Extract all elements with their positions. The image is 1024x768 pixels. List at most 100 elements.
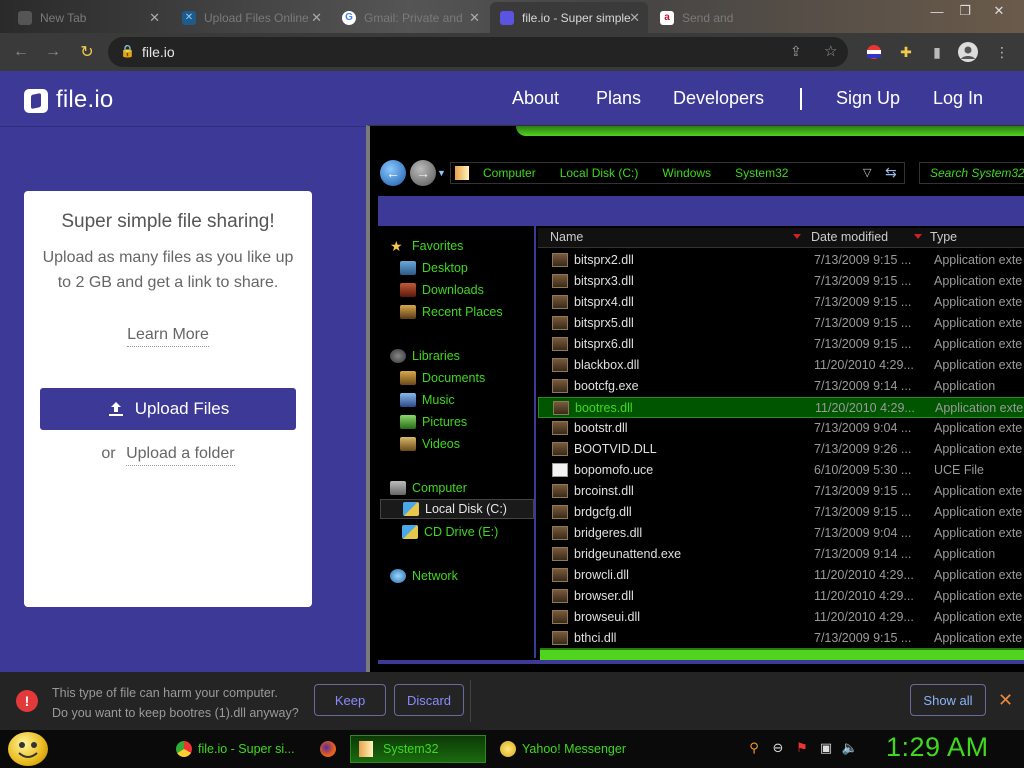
nav-sign-up[interactable]: Sign Up bbox=[836, 88, 900, 109]
tab-close-icon[interactable]: ✕ bbox=[629, 10, 640, 26]
nav-videos[interactable]: Videos bbox=[400, 434, 460, 454]
minimize-icon[interactable]: — bbox=[925, 0, 949, 22]
crumb-local-disk[interactable]: Local Disk (C:) bbox=[546, 166, 649, 180]
table-row[interactable]: bitsprx3.dll 7/13/2009 9:15 ... Applicatio… bbox=[538, 271, 1024, 292]
display-tray-icon[interactable]: ▣ bbox=[818, 740, 834, 756]
nav-log-in[interactable]: Log In bbox=[933, 88, 983, 109]
file-type: Application exte bbox=[934, 274, 1023, 288]
table-row[interactable]: bootcfg.exe 7/13/2009 9:14 ... Application bbox=[538, 376, 1024, 397]
upload-files-button[interactable]: Upload Files bbox=[40, 388, 296, 430]
table-row[interactable]: browseui.dll 11/20/2010 4:29... Applicatio… bbox=[538, 607, 1024, 628]
nav-pictures[interactable]: Pictures bbox=[400, 412, 467, 432]
breadcrumb[interactable]: Computer Local Disk (C:) Windows System3… bbox=[450, 162, 905, 184]
file-type: Application exte bbox=[934, 484, 1023, 498]
nav-favorites[interactable]: ★ Favorites bbox=[390, 236, 463, 256]
explorer-back-icon[interactable]: ← bbox=[380, 160, 406, 186]
nav-cd-drive[interactable]: CD Drive (E:) bbox=[402, 522, 498, 542]
refresh-icon[interactable]: ⇆ bbox=[885, 164, 897, 181]
table-row[interactable]: bitsprx6.dll 7/13/2009 9:15 ... Applicatio… bbox=[538, 334, 1024, 355]
taskbar-clock[interactable]: 1:29 AM bbox=[886, 732, 989, 763]
nav-music[interactable]: Music bbox=[400, 390, 455, 410]
table-row[interactable]: bopomofo.uce 6/10/2009 5:30 ... UCE File bbox=[538, 460, 1024, 481]
taskbar-system32[interactable]: System32 bbox=[350, 735, 486, 763]
close-window-icon[interactable]: ✕ bbox=[985, 0, 1013, 22]
action-center-flag-icon[interactable]: ⚑ bbox=[794, 740, 810, 756]
bookmark-star-icon[interactable]: ☆ bbox=[824, 42, 837, 60]
search-tray-icon[interactable]: ⚲ bbox=[746, 740, 762, 756]
extensions-icon[interactable]: ✚ bbox=[896, 42, 916, 62]
nav-downloads[interactable]: Downloads bbox=[400, 280, 484, 300]
table-row[interactable]: bitsprx4.dll 7/13/2009 9:15 ... Applicatio… bbox=[538, 292, 1024, 313]
address-dropdown-icon[interactable]: ▽ bbox=[863, 166, 871, 179]
file-io-logo-icon[interactable] bbox=[24, 89, 48, 113]
table-row[interactable]: bitsprx2.dll 7/13/2009 9:15 ... Applicatio… bbox=[538, 250, 1024, 271]
address-bar[interactable]: 🔒 file.io ⇪ ☆ bbox=[108, 37, 848, 67]
discard-button[interactable]: Discard bbox=[394, 684, 464, 716]
account-avatar-icon[interactable] bbox=[958, 42, 978, 62]
tab-close-icon[interactable]: ✕ bbox=[311, 10, 322, 26]
learn-more-link[interactable]: Learn More bbox=[127, 326, 209, 347]
crumb-system32[interactable]: System32 bbox=[721, 166, 798, 180]
side-panel-icon[interactable]: ▮ bbox=[927, 42, 947, 62]
volume-icon[interactable]: 🔈 bbox=[842, 740, 858, 756]
tab-file-io[interactable]: file.io - Super simple ✕ bbox=[490, 2, 648, 33]
nav-plans[interactable]: Plans bbox=[596, 88, 641, 109]
horizontal-scrollbar[interactable] bbox=[540, 648, 1024, 660]
nav-documents[interactable]: Documents bbox=[400, 368, 485, 388]
taskbar-yahoo-messenger[interactable]: Yahoo! Messenger bbox=[492, 735, 632, 763]
share-icon[interactable]: ⇪ bbox=[790, 43, 802, 60]
table-row[interactable]: bthci.dll 7/13/2009 9:15 ... Application e… bbox=[538, 628, 1024, 649]
download-warning-bar: ! This type of file can harm your comput… bbox=[0, 672, 1024, 730]
table-row[interactable]: BOOTVID.DLL 7/13/2009 9:26 ... Application… bbox=[538, 439, 1024, 460]
tab-close-icon[interactable]: ✕ bbox=[469, 10, 480, 26]
column-type[interactable]: Type bbox=[930, 230, 957, 244]
nav-desktop[interactable]: Desktop bbox=[400, 258, 468, 278]
crumb-computer[interactable]: Computer bbox=[469, 166, 546, 180]
tab-gmail[interactable]: G Gmail: Private and ✕ bbox=[332, 2, 488, 33]
file-name: bopomofo.uce bbox=[574, 463, 654, 477]
keep-button[interactable]: Keep bbox=[314, 684, 386, 716]
maximize-icon[interactable]: ❐ bbox=[953, 0, 977, 22]
profile-flag-icon[interactable] bbox=[864, 42, 884, 62]
column-name[interactable]: Name bbox=[550, 230, 583, 244]
taskbar-firefox[interactable] bbox=[312, 735, 346, 763]
tab-close-icon[interactable]: ✕ bbox=[149, 10, 160, 26]
show-all-button[interactable]: Show all bbox=[910, 684, 986, 716]
tab-send[interactable]: a Send and bbox=[650, 2, 790, 33]
nav-developers[interactable]: Developers bbox=[673, 88, 764, 109]
taskbar-chrome[interactable]: file.io - Super si... bbox=[168, 735, 304, 763]
start-orb-smiley-icon[interactable] bbox=[8, 732, 48, 766]
explorer-forward-icon[interactable]: → bbox=[410, 160, 436, 186]
menu-kebab-icon[interactable]: ⋮ bbox=[992, 42, 1012, 62]
close-download-bar-icon[interactable]: ✕ bbox=[998, 690, 1013, 711]
table-row[interactable]: bootstr.dll 7/13/2009 9:04 ... Application… bbox=[538, 418, 1024, 439]
site-logo-text[interactable]: file.io bbox=[56, 86, 113, 114]
tab-new-tab[interactable]: New Tab ✕ bbox=[8, 2, 168, 33]
table-row[interactable]: blackbox.dll 11/20/2010 4:29... Applicatio… bbox=[538, 355, 1024, 376]
table-row[interactable]: brcoinst.dll 7/13/2009 9:15 ... Applicatio… bbox=[538, 481, 1024, 502]
column-date-modified[interactable]: Date modified bbox=[811, 230, 888, 244]
back-icon[interactable]: ← bbox=[10, 41, 32, 63]
table-row[interactable]: bootres.dll 11/20/2010 4:29... Application… bbox=[538, 397, 1024, 418]
nav-recent-places[interactable]: Recent Places bbox=[400, 302, 503, 322]
forward-icon[interactable]: → bbox=[42, 41, 64, 63]
recent-pages-dropdown-icon[interactable]: ▼ bbox=[437, 168, 446, 178]
nav-computer[interactable]: Computer bbox=[390, 478, 467, 498]
nav-network[interactable]: Network bbox=[390, 566, 458, 586]
nav-local-disk[interactable]: Local Disk (C:) bbox=[380, 499, 534, 519]
nav-libraries[interactable]: Libraries bbox=[390, 346, 460, 366]
table-row[interactable]: brdgcfg.dll 7/13/2009 9:15 ... Application… bbox=[538, 502, 1024, 523]
upload-folder-link[interactable]: Upload a folder bbox=[126, 445, 235, 466]
table-row[interactable]: bitsprx5.dll 7/13/2009 9:15 ... Applicatio… bbox=[538, 313, 1024, 334]
crumb-windows[interactable]: Windows bbox=[648, 166, 721, 180]
explorer-search-input[interactable]: Search System32 bbox=[919, 162, 1024, 184]
table-row[interactable]: browser.dll 11/20/2010 4:29... Application… bbox=[538, 586, 1024, 607]
nav-about[interactable]: About bbox=[512, 88, 559, 109]
reload-icon[interactable]: ↻ bbox=[76, 41, 98, 63]
card-description: Upload as many files as you like up to 2… bbox=[42, 249, 294, 291]
table-row[interactable]: browcli.dll 11/20/2010 4:29... Application… bbox=[538, 565, 1024, 586]
network-tray-icon[interactable]: ⊖ bbox=[770, 740, 786, 756]
tab-upload-files[interactable]: ✕ Upload Files Online ✕ bbox=[172, 2, 330, 33]
table-row[interactable]: bridgeres.dll 7/13/2009 9:04 ... Applicati… bbox=[538, 523, 1024, 544]
table-row[interactable]: bridgeunattend.exe 7/13/2009 9:14 ... Appl… bbox=[538, 544, 1024, 565]
